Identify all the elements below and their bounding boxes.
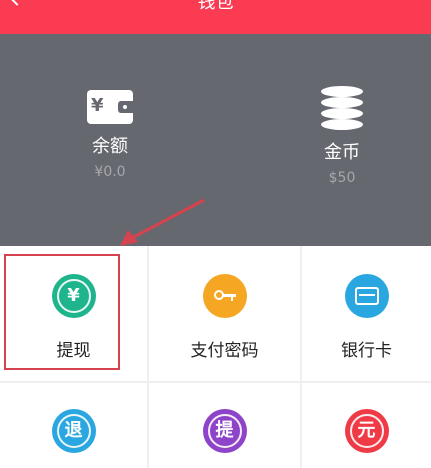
annotation-arrow-icon xyxy=(120,198,205,246)
